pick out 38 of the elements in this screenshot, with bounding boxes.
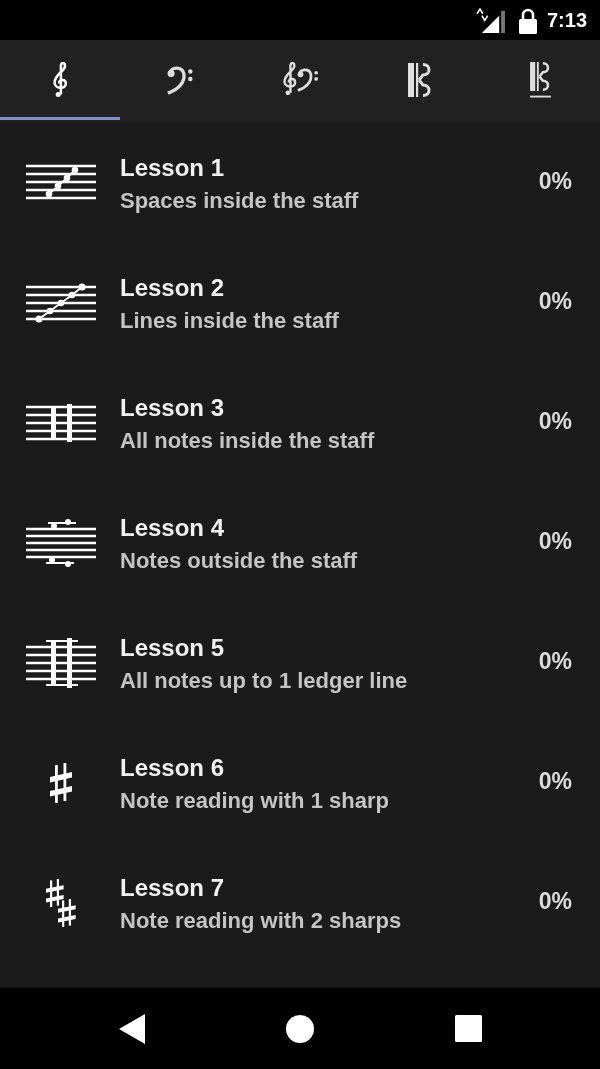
bass-clef-icon (165, 65, 195, 95)
lesson-description: Note reading with 1 sharp (120, 786, 389, 815)
lesson-title: Lesson 1 (120, 152, 225, 183)
recents-icon[interactable] (454, 1015, 482, 1042)
treble-clef-icon (50, 62, 70, 98)
staff-lines-icon (26, 282, 96, 324)
lesson-percentage: 0% (538, 167, 572, 195)
home-icon[interactable] (285, 1014, 314, 1043)
lesson-title: Lesson 5 (120, 632, 225, 663)
treble-bass-clef-icon (280, 62, 320, 98)
lesson-percentage: 0% (538, 527, 572, 555)
lesson-title: Lesson 6 (120, 752, 225, 783)
two-sharps-icon (46, 879, 76, 927)
staff-ledger-notes-icon (26, 519, 96, 567)
lesson-title: Lesson 2 (120, 272, 225, 303)
lesson-percentage: 0% (538, 287, 572, 315)
lesson-title: Lesson 3 (120, 392, 225, 423)
lesson-title: Lesson 7 (120, 872, 225, 903)
lesson-description: Spaces inside the staff (120, 186, 359, 215)
lesson-description: Notes outside the staff (120, 546, 358, 575)
status-time: 7:13 (546, 8, 587, 32)
c-clef-icon (408, 63, 432, 97)
lesson-description: All notes up to 1 ledger line (120, 666, 408, 695)
lesson-percentage: 0% (538, 647, 572, 675)
lesson-description: Lines inside the staff (120, 306, 339, 335)
lesson-percentage: 0% (538, 887, 572, 915)
staff-chord-ledger-icon (26, 638, 96, 688)
lesson-title: Lesson 4 (120, 512, 225, 543)
lesson-description: Note reading with 2 sharps (120, 906, 402, 935)
lesson-percentage: 0% (538, 767, 572, 795)
back-icon[interactable] (118, 1013, 145, 1044)
signal-icon (475, 7, 507, 33)
lesson-percentage: 0% (538, 407, 572, 435)
staff-chord-icon (26, 404, 96, 442)
sharp-icon (50, 763, 72, 803)
c-clef-line-icon (529, 62, 551, 98)
lock-icon (517, 6, 538, 34)
lesson-description: All notes inside the staff (120, 426, 375, 455)
